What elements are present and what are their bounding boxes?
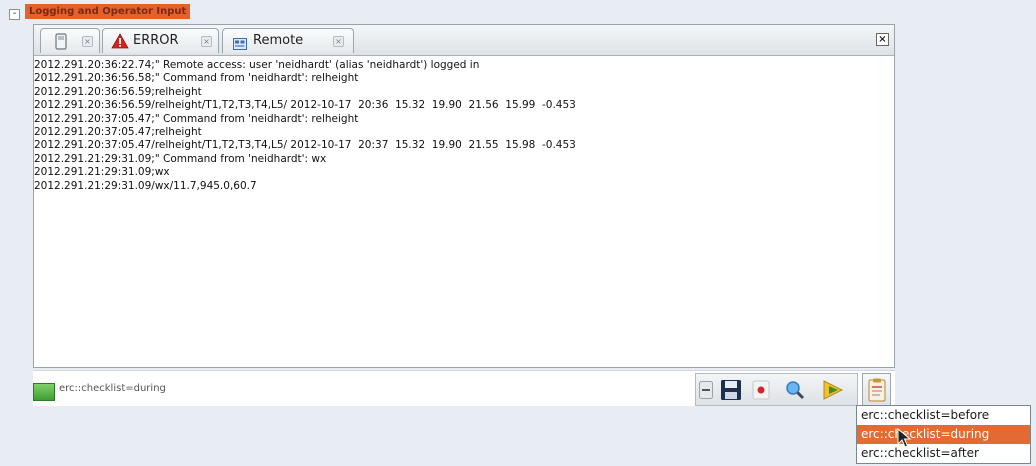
tab-label: ERROR xyxy=(133,33,179,48)
console-icon xyxy=(33,383,55,401)
save-icon[interactable] xyxy=(718,378,744,402)
minus-icon[interactable] xyxy=(699,381,713,399)
command-input[interactable] xyxy=(59,378,699,398)
dropdown-option[interactable]: erc::checklist=before xyxy=(857,406,1030,425)
checklist-dropdown: erc::checklist=before erc::checklist=duri… xyxy=(856,405,1031,464)
input-toolbar xyxy=(695,373,858,406)
log-window: × ERROR × Remote × × 2012.291.20:36:22.7… xyxy=(33,24,895,368)
remote-icon xyxy=(233,35,247,54)
tab-error[interactable]: ERROR × xyxy=(102,28,219,53)
tab-close-icon[interactable]: × xyxy=(333,36,344,47)
log-line: 2012.291.20:36:22.74;" Remote access: us… xyxy=(34,59,480,71)
tab-remote[interactable]: Remote × xyxy=(222,28,354,53)
log-line: 2012.291.21:29:31.09;" Command from 'nei… xyxy=(34,152,327,165)
warning-icon xyxy=(111,33,129,53)
mouse-cursor-icon xyxy=(897,427,912,452)
tab-label: Remote xyxy=(253,33,304,48)
panel-title: Logging and Operator Input xyxy=(25,4,191,19)
log-line: 2012.291.20:36:56.59/relheight/T1,T2,T3,… xyxy=(34,99,576,112)
log-text: 2012.291.20:36:22.74;" Remote access: us… xyxy=(34,59,576,193)
tab-main[interactable]: × xyxy=(40,28,100,53)
log-line: 2012.291.20:37:05.47;relheight xyxy=(34,126,202,139)
checklist-button[interactable] xyxy=(862,373,891,406)
clipboard-icon xyxy=(868,378,886,406)
tab-bar: × ERROR × Remote × × xyxy=(34,25,894,56)
dropdown-option[interactable]: erc::checklist=after xyxy=(857,444,1030,463)
record-icon[interactable] xyxy=(748,378,774,402)
play-icon[interactable] xyxy=(820,378,846,402)
log-line: 2012.291.20:37:05.47/relheight/T1,T2,T3,… xyxy=(34,139,576,152)
dropdown-option[interactable]: erc::checklist=during xyxy=(857,425,1030,444)
log-line: 2012.291.20:37:05.47;" Command from 'nei… xyxy=(34,112,359,125)
log-line: 2012.291.20:36:56.58;" Command from 'nei… xyxy=(34,72,359,85)
close-pane-icon[interactable]: × xyxy=(876,33,889,46)
log-line: 2012.291.20:36:56.59;relheight xyxy=(34,85,202,98)
tab-close-icon[interactable]: × xyxy=(201,36,212,47)
pane-toggle[interactable]: - xyxy=(9,9,20,20)
log-line: 2012.291.21:29:31.09/wx/11.7,945.0,60.7 xyxy=(34,179,257,192)
search-icon[interactable] xyxy=(782,378,808,402)
monitor-icon xyxy=(55,33,67,54)
log-line: 2012.291.21:29:31.09;wx xyxy=(34,166,170,179)
tab-close-icon[interactable]: × xyxy=(82,36,93,47)
